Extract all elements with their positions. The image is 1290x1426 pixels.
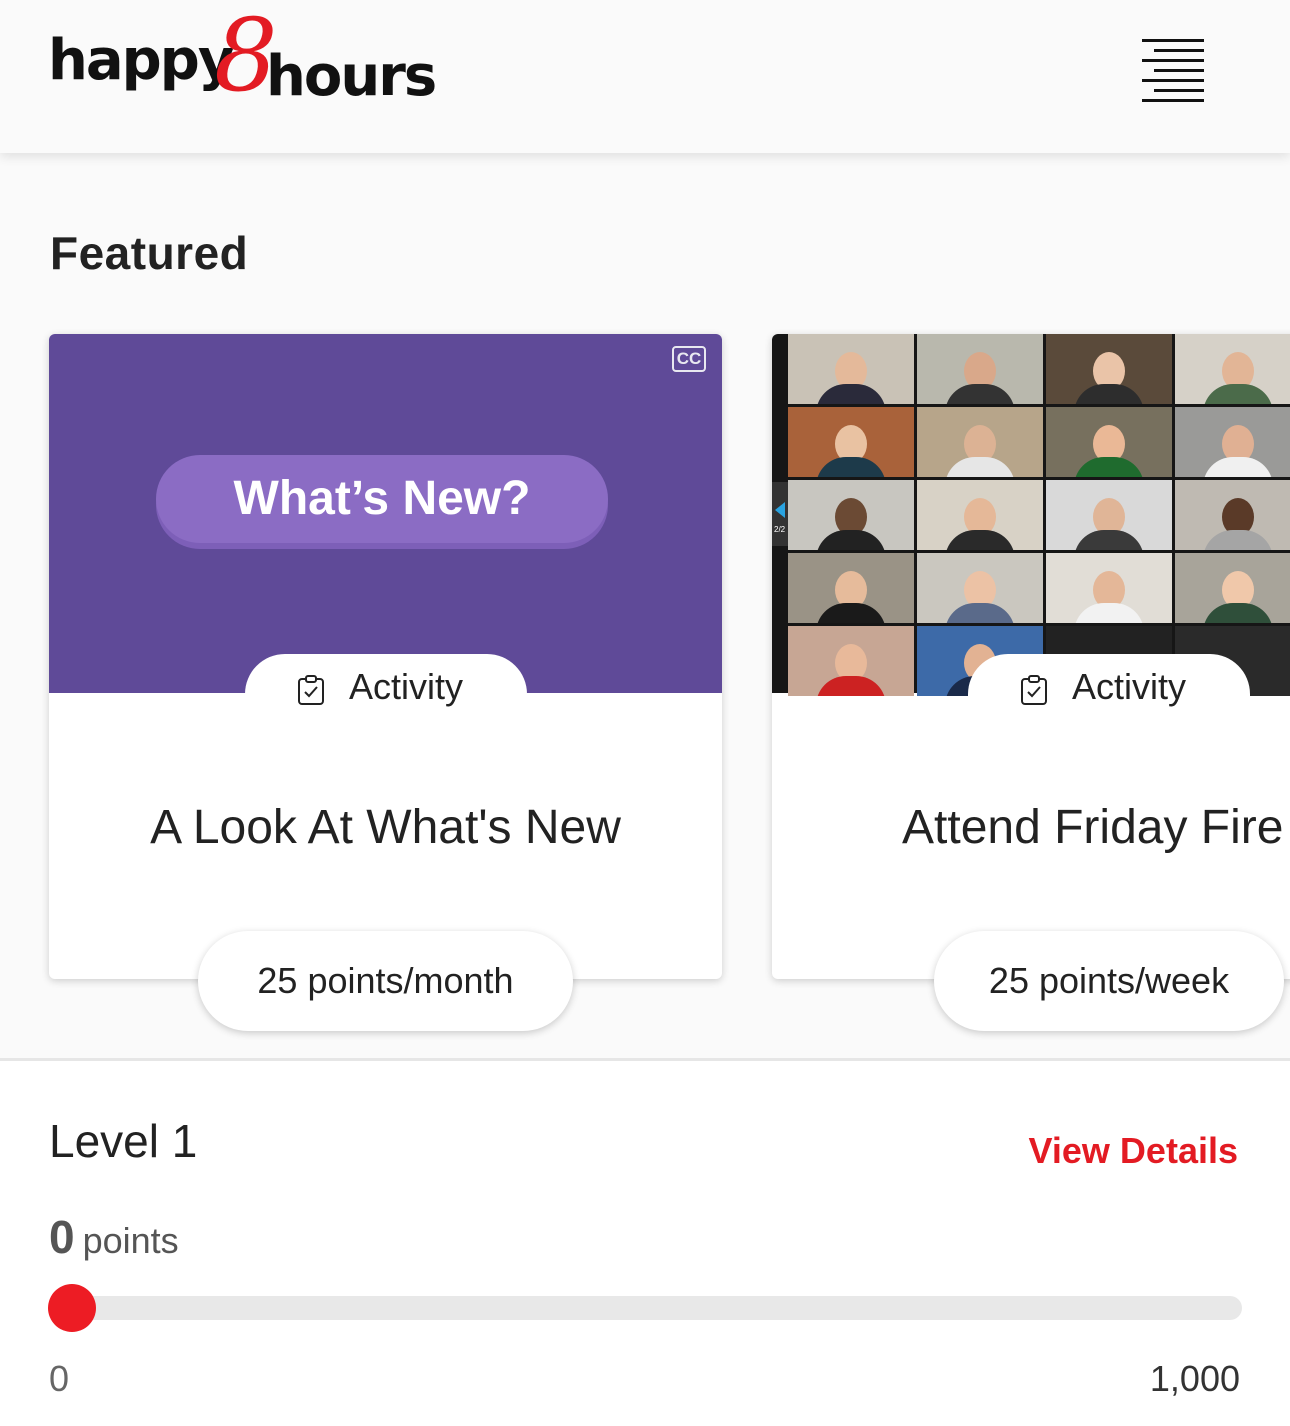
menu-line xyxy=(1154,89,1204,92)
participant-tile xyxy=(1046,553,1172,623)
logo-text-happy: happy xyxy=(48,28,234,93)
participant-tile xyxy=(788,334,914,404)
menu-line xyxy=(1142,39,1204,42)
activity-label: Activity xyxy=(349,666,464,707)
activity-badge: Activity xyxy=(968,654,1250,734)
participant-tile xyxy=(917,480,1043,550)
clipboard-check-icon xyxy=(1021,675,1047,705)
participant-tile xyxy=(788,407,914,477)
participant-tile xyxy=(1175,334,1290,404)
points-summary: 0 points xyxy=(49,1210,179,1264)
points-badge: 25 points/month xyxy=(198,931,573,1031)
participant-tile xyxy=(1046,334,1172,404)
participant-tile xyxy=(1046,407,1172,477)
level-title: Level 1 xyxy=(49,1115,198,1167)
menu-line xyxy=(1142,79,1204,82)
progress-indicator[interactable] xyxy=(48,1284,96,1332)
app-header: happy 8 hours xyxy=(0,0,1290,153)
clipboard-check-icon xyxy=(298,675,324,705)
participant-tile xyxy=(788,626,914,696)
points-value: 0 xyxy=(49,1211,75,1263)
happy8hours-logo[interactable]: happy 8 hours xyxy=(48,6,437,114)
thumbnail-pill: What’s New? xyxy=(156,455,608,543)
participant-tile xyxy=(917,553,1043,623)
closed-captions-icon: CC xyxy=(672,346,706,372)
participant-tile xyxy=(788,553,914,623)
activity-label: Activity xyxy=(1072,666,1187,707)
participant-tile xyxy=(1175,553,1290,623)
menu-line xyxy=(1142,99,1204,102)
hamburger-menu-icon[interactable] xyxy=(1138,36,1208,106)
featured-card-friday[interactable]: 2/2 Activity Attend Friday Fire xyxy=(772,334,1290,979)
card-thumbnail: CC What’s New? xyxy=(49,334,722,693)
featured-heading: Featured xyxy=(50,227,249,279)
menu-line xyxy=(1154,69,1204,72)
participant-tile xyxy=(788,480,914,550)
view-details-link[interactable]: View Details xyxy=(1029,1130,1238,1172)
progress-min: 0 xyxy=(49,1358,70,1399)
points-badge: 25 points/week xyxy=(934,931,1284,1031)
left-arrow-icon xyxy=(775,502,785,518)
thumbnail-text: What’s New? xyxy=(233,472,531,525)
video-call-thumbnail: 2/2 xyxy=(772,334,1290,696)
points-label: points xyxy=(82,1220,179,1261)
participant-tile xyxy=(1175,407,1290,477)
participant-tile xyxy=(1046,480,1172,550)
logo-text-hours: hours xyxy=(266,44,437,109)
menu-line xyxy=(1154,49,1204,52)
participant-tile xyxy=(917,334,1043,404)
menu-line xyxy=(1142,59,1204,62)
card-title: A Look At What's New xyxy=(150,801,621,854)
card-title: Attend Friday Fire xyxy=(902,801,1284,854)
progress-max: 1,000 xyxy=(1149,1358,1240,1399)
participant-grid xyxy=(788,334,1290,696)
progress-track xyxy=(70,1296,1242,1320)
activity-badge: Activity xyxy=(245,654,527,734)
participant-tile xyxy=(917,407,1043,477)
featured-card-whats-new[interactable]: CC What’s New? Activity A Look At What's… xyxy=(49,334,722,979)
participant-tile xyxy=(1175,480,1290,550)
page-indicator: 2/2 xyxy=(774,525,786,534)
